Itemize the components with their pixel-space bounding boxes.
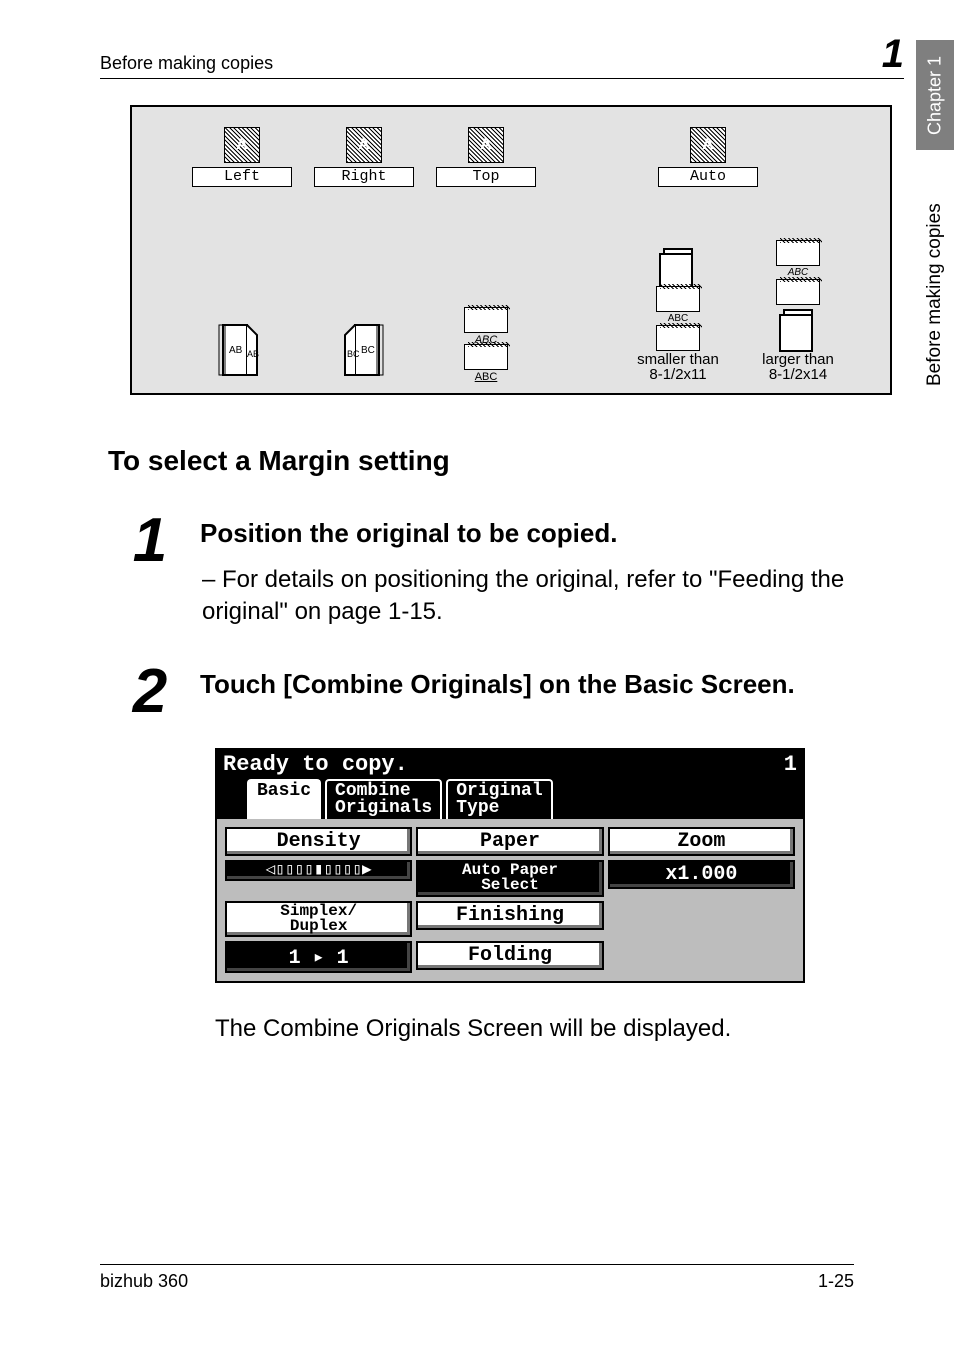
auto-smaller-group: ABC smaller than 8-1/2x11 [618,248,738,384]
option-auto-label: Auto [658,167,758,187]
tab-original-type-label: Original Type [456,781,542,818]
simplex-value[interactable]: 1 ▸ 1 [225,941,412,973]
zoom-value[interactable]: x1.000 [608,860,795,889]
margin-right-icon [346,127,382,163]
header-chapter-number: 1 [882,34,904,74]
svg-text:AB: AB [247,349,259,359]
lcd-screen: Ready to copy. 1 Basic Combine Originals… [215,748,805,983]
page-header: Before making copies 1 [100,34,904,79]
density-button[interactable]: Density [225,827,412,856]
larger-caption-1: larger than [762,351,834,368]
footer-left: bizhub 360 [100,1271,188,1292]
step-2-number: 2 [100,664,200,720]
tab-combine-label: Combine Originals [335,781,432,818]
density-slider[interactable]: ◁▯▯▯▯▮▯▯▯▯▶ [225,860,412,881]
margin-left-icon [224,127,260,163]
smaller-caption-2: 8-1/2x11 [649,366,706,383]
tab-combine-originals[interactable]: Combine Originals [325,779,442,819]
smaller-caption-1: smaller than [637,351,719,368]
fold-right-icon: BC BC [314,317,414,383]
page-footer: bizhub 360 1-25 [100,1264,854,1292]
step-1-heading: Position the original to be copied. [200,517,904,550]
margin-options-diagram: Left Right Top Auto AB [130,105,892,395]
book-large-icon [783,309,813,343]
option-right-label: Right [314,167,414,187]
lcd-status: Ready to copy. [223,752,408,777]
tab-original-type[interactable]: Original Type [446,779,552,819]
side-label: Before making copies [916,155,954,435]
footer-right: 1-25 [818,1271,854,1292]
book-small-icon [663,248,693,282]
step-1-number: 1 [100,513,200,628]
step-2-heading: Touch [Combine Originals] on the Basic S… [200,668,904,701]
option-auto: Auto [658,127,758,187]
svg-text:BC: BC [347,349,360,359]
option-top: Top [436,127,536,187]
margin-top-icon [468,127,504,163]
zoom-button[interactable]: Zoom [608,827,795,856]
svg-text:BC: BC [361,345,375,356]
larger-caption-2: 8-1/2x14 [769,366,827,383]
finishing-button[interactable]: Finishing [416,901,603,930]
auto-larger-group: ABC larger than 8-1/2x14 [738,239,858,384]
chapter-tab: Chapter 1 [916,40,954,150]
simplex-duplex-button[interactable]: Simplex/ Duplex [225,901,412,937]
step-1-sub: – For details on positioning the origina… [200,564,904,629]
folding-button[interactable]: Folding [416,941,603,970]
svg-text:AB: AB [229,345,243,356]
abc-label-2: ABC [436,371,536,383]
option-top-label: Top [436,167,536,187]
tab-basic[interactable]: Basic [247,779,321,819]
option-left: Left [192,127,292,187]
header-left: Before making copies [100,53,273,74]
step-1: 1 Position the original to be copied. – … [100,513,904,628]
auto-paper-button[interactable]: Auto Paper Select [416,860,603,896]
step-2: 2 Touch [Combine Originals] on the Basic… [100,664,904,720]
margin-auto-icon [690,127,726,163]
section-title: To select a Margin setting [108,445,904,477]
tab-basic-label: Basic [257,781,311,801]
option-left-label: Left [192,167,292,187]
followup-text: The Combine Originals Screen will be dis… [215,1015,904,1043]
fold-top-icon: ABC ABC [436,306,536,383]
lcd-count: 1 [784,752,797,777]
paper-button[interactable]: Paper [416,827,603,856]
fold-left-icon: AB AB [192,317,292,383]
option-right: Right [314,127,414,187]
